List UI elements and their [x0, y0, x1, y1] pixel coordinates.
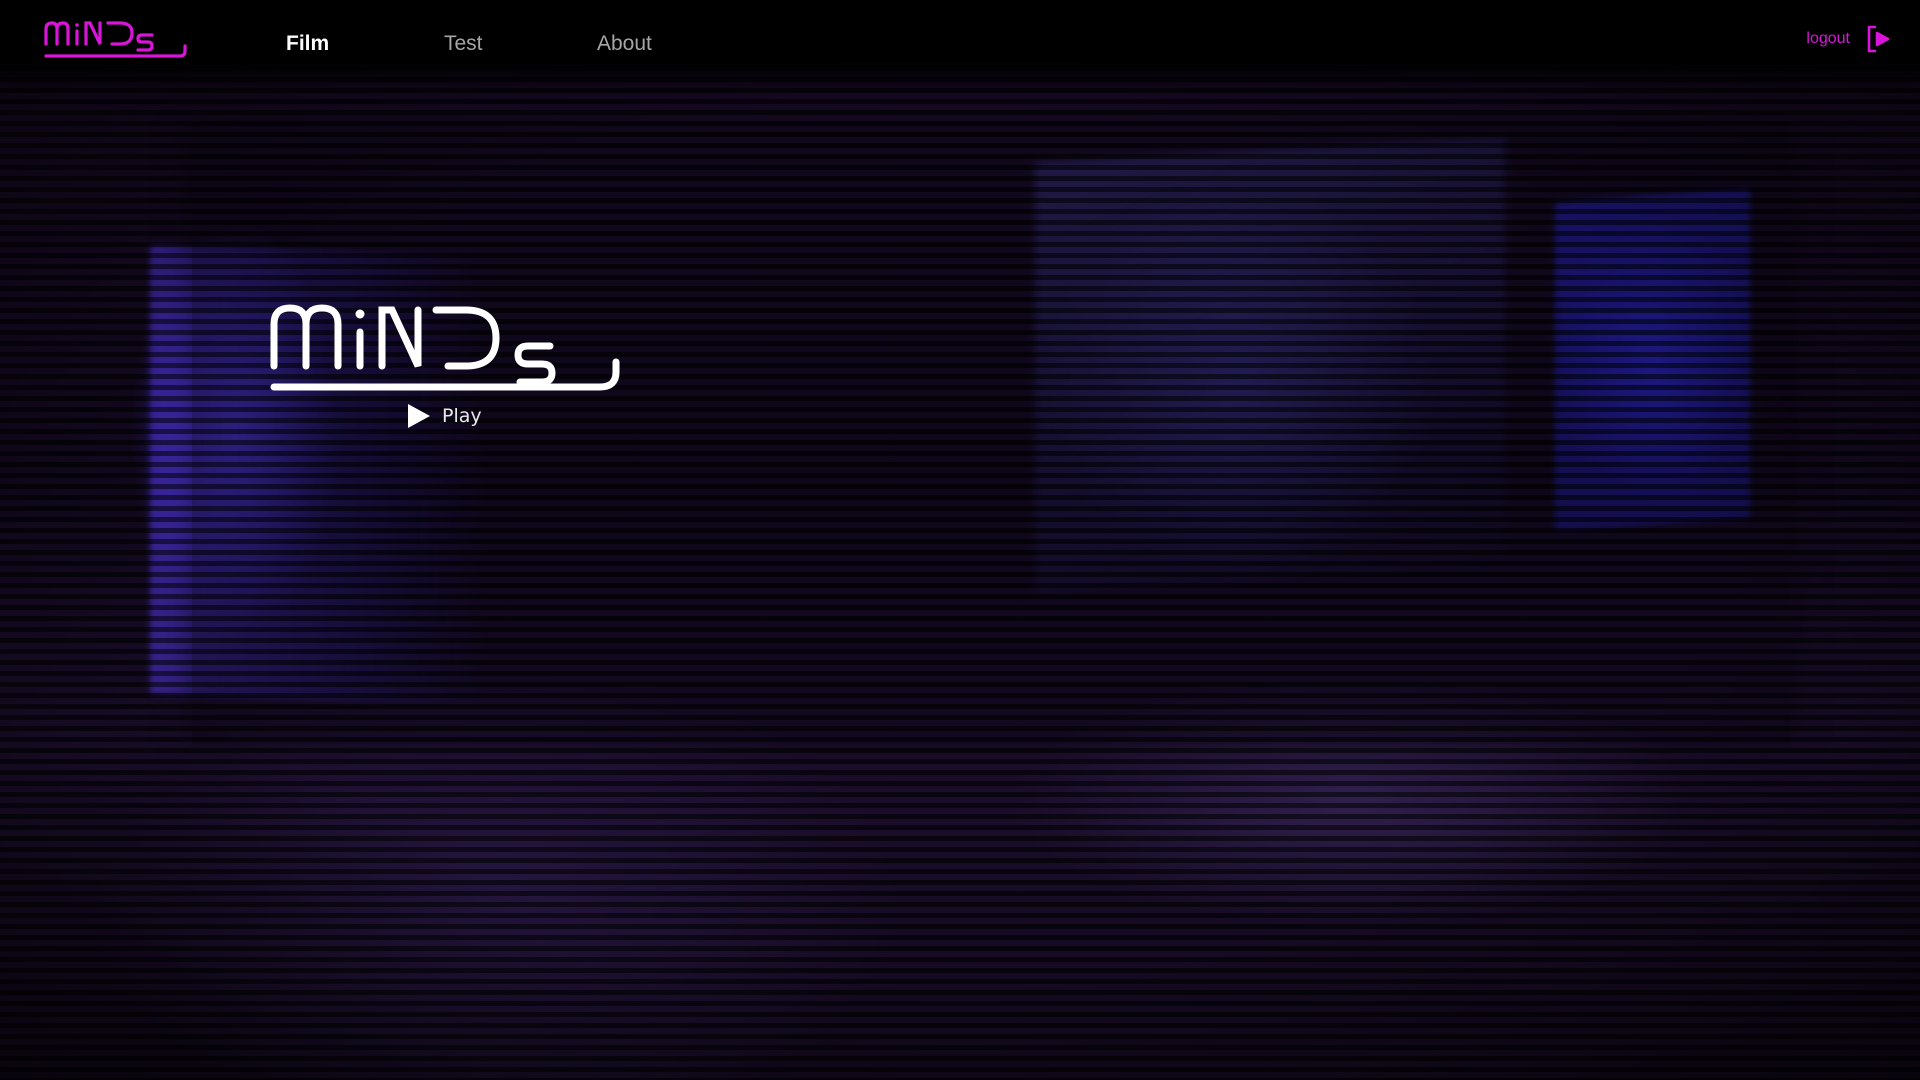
logout-button[interactable]: logout	[1806, 24, 1892, 54]
logout-label: logout	[1806, 30, 1850, 47]
nav-item-test[interactable]: Test	[444, 32, 483, 56]
top-navigation-bar: miNDs Film Test About l	[0, 0, 1920, 76]
play-button[interactable]: Play	[406, 402, 482, 430]
hero-section: miNDs Play	[270, 300, 630, 428]
play-triangle-icon	[408, 404, 430, 428]
brand-logo-link[interactable]: miNDs	[44, 18, 187, 58]
nav-item-film[interactable]: Film	[286, 32, 329, 56]
logout-arrow-icon	[1867, 25, 1890, 53]
background-dark-frame	[192, 122, 1790, 744]
background-video-still	[0, 0, 1920, 1080]
brand-logo	[44, 21, 187, 58]
hero-logo	[270, 304, 620, 391]
film-page: miNDs Film Test About l	[0, 0, 1920, 1080]
nav-item-about[interactable]: About	[597, 32, 652, 56]
play-label: Play	[442, 405, 482, 427]
